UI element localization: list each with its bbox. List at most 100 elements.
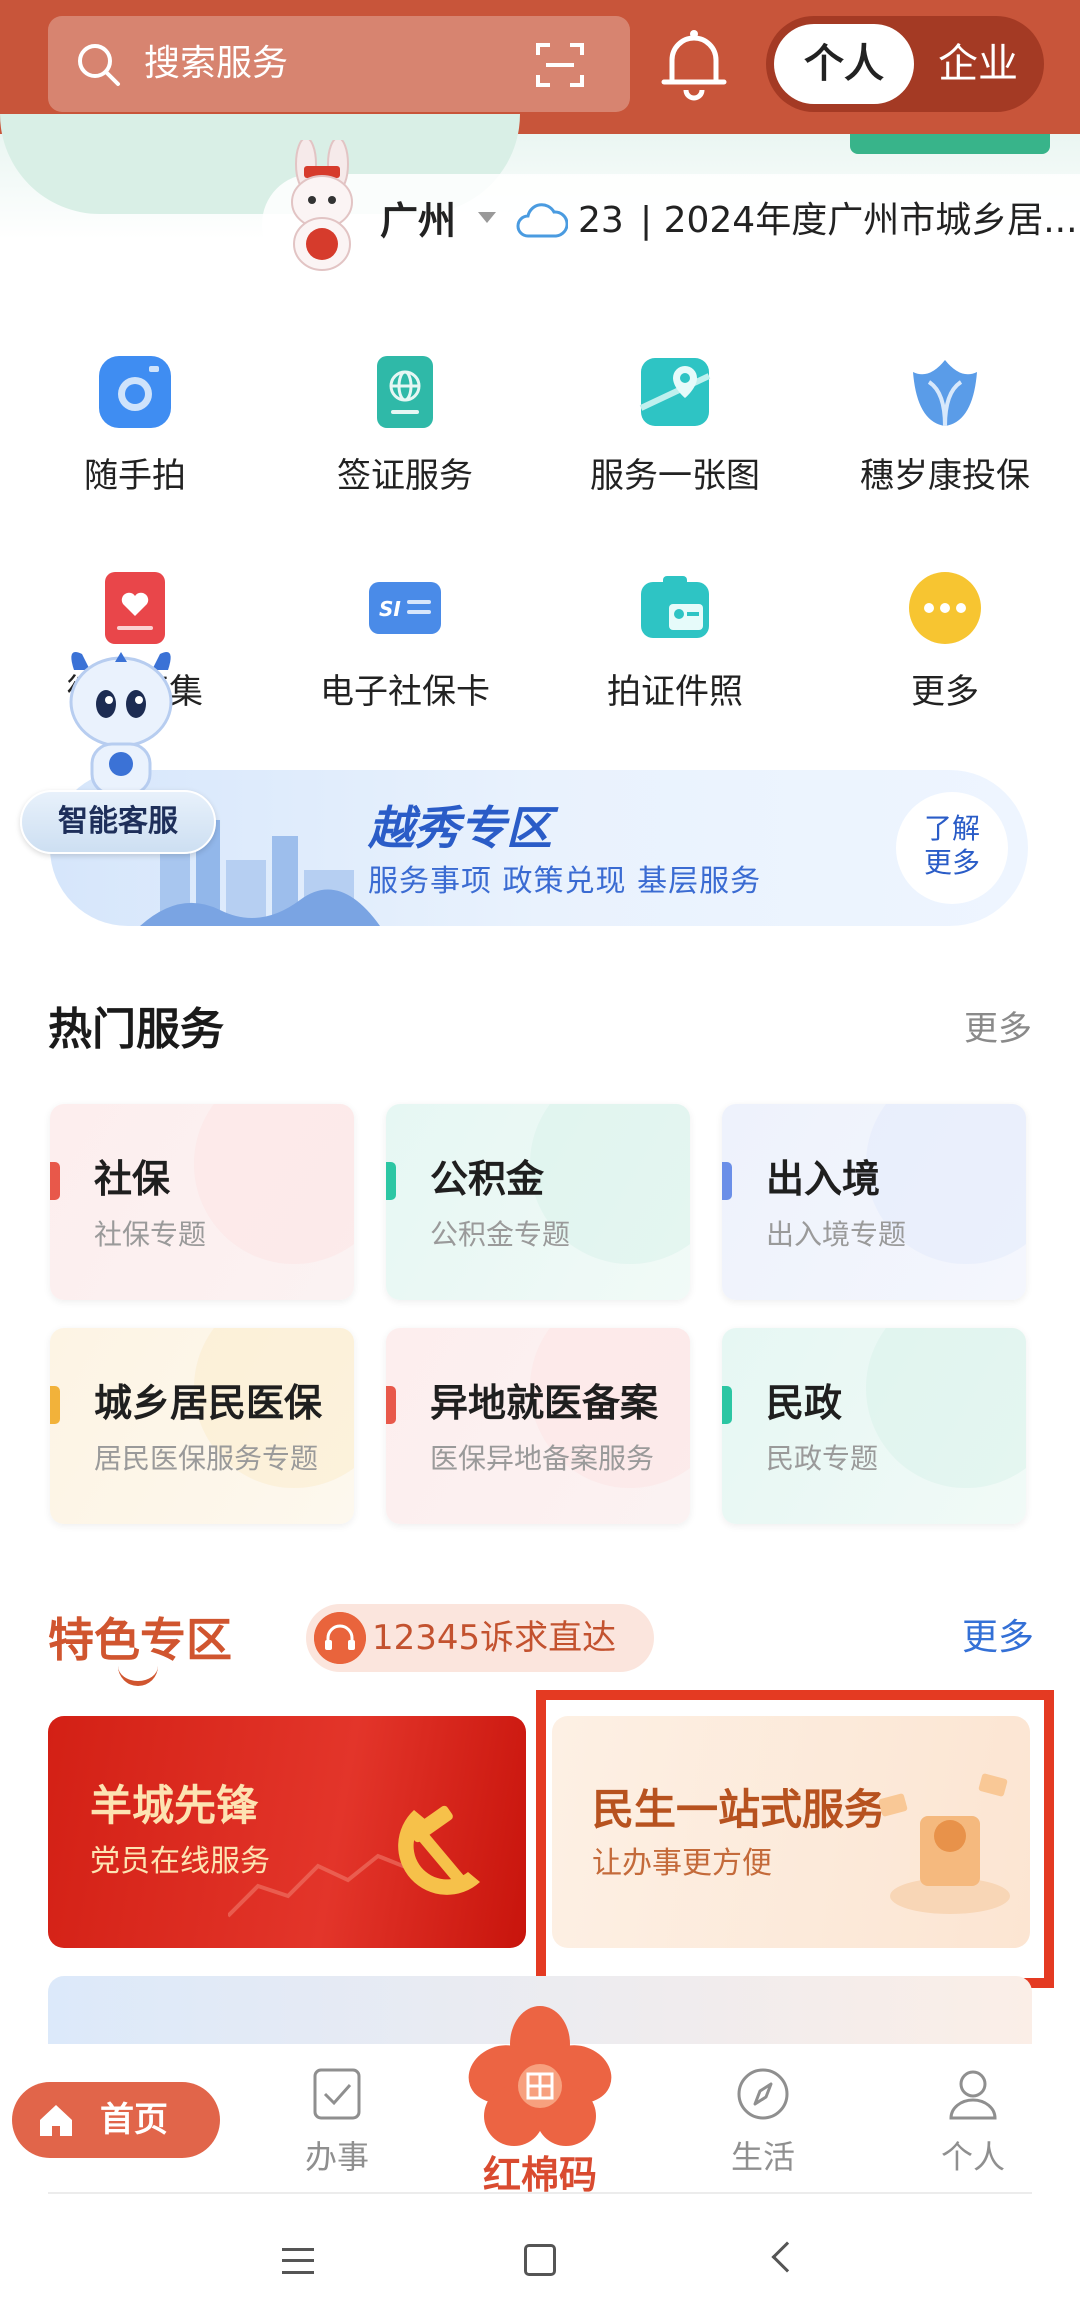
back-icon[interactable] xyxy=(771,2241,803,2273)
service-card-civil-affairs[interactable]: 民政 民政专题 xyxy=(722,1328,1026,1524)
hotline-label: 12345诉求直达 xyxy=(372,1618,617,1658)
nav-me-label: 个人 xyxy=(940,2138,1005,2176)
temperature: 23 xyxy=(578,200,624,241)
card-subtitle: 民政专题 xyxy=(766,1442,879,1475)
social-security-card-icon: SI xyxy=(369,582,441,634)
grid-item-photo-report[interactable]: 随手拍 xyxy=(0,352,270,552)
camera-icon xyxy=(99,356,171,428)
news-ticker[interactable]: | 2024年度广州市城乡居... xyxy=(640,193,1080,249)
title-underline-decoration xyxy=(118,1666,158,1686)
nav-life-label: 生活 xyxy=(730,2138,795,2176)
kapok-flower-icon[interactable] xyxy=(462,2004,618,2154)
bottom-navigation: 首页 办事 红棉码 生活 个人 xyxy=(0,2006,1080,2197)
nav-home[interactable]: 首页 xyxy=(12,2082,220,2158)
service-card-resident-medical-insurance[interactable]: 城乡居民医保 居民医保服务专题 xyxy=(50,1328,354,1524)
search-bar[interactable]: 搜索服务 xyxy=(48,16,630,112)
map-icon xyxy=(639,358,711,426)
card-accent-bar xyxy=(386,1386,396,1424)
grid-item-id-photo[interactable]: 拍证件照 xyxy=(540,568,810,768)
party-emblem-icon xyxy=(398,1805,480,1895)
more-dots-icon xyxy=(909,572,981,644)
user-icon xyxy=(949,2070,997,2120)
card-accent-bar xyxy=(386,1162,396,1200)
card-accent-bar xyxy=(722,1162,732,1200)
learn-more-line1: 了解 xyxy=(923,812,980,845)
checkbox-icon xyxy=(313,2068,361,2120)
grid-label: 服务一张图 xyxy=(590,456,760,496)
yuexiu-subtitle: 服务事项 政策兑现 基层服务 xyxy=(368,864,762,899)
learn-more-line2: 更多 xyxy=(923,846,980,879)
decorative-blob xyxy=(850,134,1050,154)
hot-services-more-link[interactable]: 更多 xyxy=(964,1004,1032,1054)
id-photo-icon xyxy=(641,576,709,638)
service-card-social-security[interactable]: 社保 社保专题 xyxy=(50,1104,354,1300)
grid-item-service-map[interactable]: 服务一张图 xyxy=(540,352,810,552)
divider xyxy=(48,2192,1032,2194)
card-title: 异地就医备案 xyxy=(430,1381,659,1425)
home-icon xyxy=(40,2105,72,2136)
system-navigation-bar xyxy=(0,2196,1080,2324)
featured-more-link[interactable]: 更多 xyxy=(962,1612,1034,1664)
compass-icon xyxy=(737,2068,789,2120)
card-title: 城乡居民医保 xyxy=(94,1381,323,1425)
card-subtitle: 社保专题 xyxy=(94,1218,207,1251)
grid-label: 更多 xyxy=(911,672,979,712)
search-placeholder: 搜索服务 xyxy=(144,43,289,84)
grid-label: 穗岁康投保 xyxy=(860,456,1030,496)
service-card-offsite-medical-filing[interactable]: 异地就医备案 医保异地备案服务 xyxy=(386,1328,690,1524)
card-title: 出入境 xyxy=(766,1157,881,1201)
chevron-down-icon[interactable] xyxy=(478,212,496,223)
scan-icon[interactable] xyxy=(534,39,586,91)
grid-item-visa[interactable]: 签证服务 xyxy=(270,352,540,552)
robot-mascot-icon xyxy=(69,652,173,796)
home-square-icon[interactable] xyxy=(524,2244,556,2276)
featured-title: 特色专区 xyxy=(48,1613,232,1667)
card-decoration xyxy=(194,1104,354,1264)
nav-life[interactable]: 生活 xyxy=(688,2066,838,2186)
grid-label: 拍证件照 xyxy=(607,672,743,712)
service-card-housing-fund[interactable]: 公积金 公积金专题 xyxy=(386,1104,690,1300)
city-selector[interactable]: 广州 xyxy=(380,193,456,249)
card-subtitle: 居民医保服务专题 xyxy=(94,1442,319,1475)
menu-icon[interactable] xyxy=(282,2248,314,2274)
learn-more-button[interactable]: 了解 更多 xyxy=(896,792,1008,904)
highlight-box xyxy=(536,1690,1054,1988)
hot-services-title: 热门服务 xyxy=(48,1004,224,1055)
cloud-icon xyxy=(516,203,568,238)
account-type-toggle[interactable]: 个人 企业 xyxy=(766,16,1044,112)
tulip-icon xyxy=(913,360,977,427)
card-accent-bar xyxy=(50,1386,60,1424)
bell-icon[interactable] xyxy=(658,24,730,104)
rabbit-mascot-icon xyxy=(291,140,353,271)
headset-icon xyxy=(314,1612,366,1664)
smart-customer-service-button[interactable]: 智能客服 xyxy=(20,790,216,854)
card-decoration xyxy=(866,1328,1026,1488)
grid-item-insurance[interactable]: 穗岁康投保 xyxy=(810,352,1080,552)
grid-item-more[interactable]: 更多 xyxy=(810,568,1080,768)
nav-home-label: 首页 xyxy=(100,2100,168,2140)
card-subtitle: 出入境专题 xyxy=(766,1218,907,1251)
card-accent-bar xyxy=(722,1386,732,1424)
yuexiu-title: 越秀专区 xyxy=(368,801,552,855)
toggle-enterprise[interactable]: 企业 xyxy=(916,24,1040,104)
grid-item-social-security-card[interactable]: SI 电子社保卡 xyxy=(270,568,540,768)
nav-me[interactable]: 个人 xyxy=(898,2066,1048,2186)
nav-work[interactable]: 办事 xyxy=(262,2066,412,2186)
hotline-12345-button[interactable]: 12345诉求直达 xyxy=(306,1604,654,1672)
party-member-service-card[interactable]: 羊城先锋 党员在线服务 xyxy=(48,1716,526,1948)
heart-icon xyxy=(105,572,165,644)
service-card-immigration[interactable]: 出入境 出入境专题 xyxy=(722,1104,1026,1300)
party-card-title: 羊城先锋 xyxy=(90,1781,259,1830)
grid-label: 签证服务 xyxy=(337,456,473,496)
card-accent-bar xyxy=(50,1162,60,1200)
toggle-personal[interactable]: 个人 xyxy=(774,24,914,104)
nav-work-label: 办事 xyxy=(304,2138,369,2176)
card-title: 民政 xyxy=(766,1381,843,1425)
search-icon xyxy=(78,44,120,86)
passport-icon xyxy=(377,356,433,428)
card-subtitle: 公积金专题 xyxy=(430,1218,571,1251)
card-title: 社保 xyxy=(94,1157,171,1201)
party-card-subtitle: 党员在线服务 xyxy=(90,1844,270,1879)
grid-label: 电子社保卡 xyxy=(320,672,490,712)
svg-text:SI: SI xyxy=(379,597,401,621)
